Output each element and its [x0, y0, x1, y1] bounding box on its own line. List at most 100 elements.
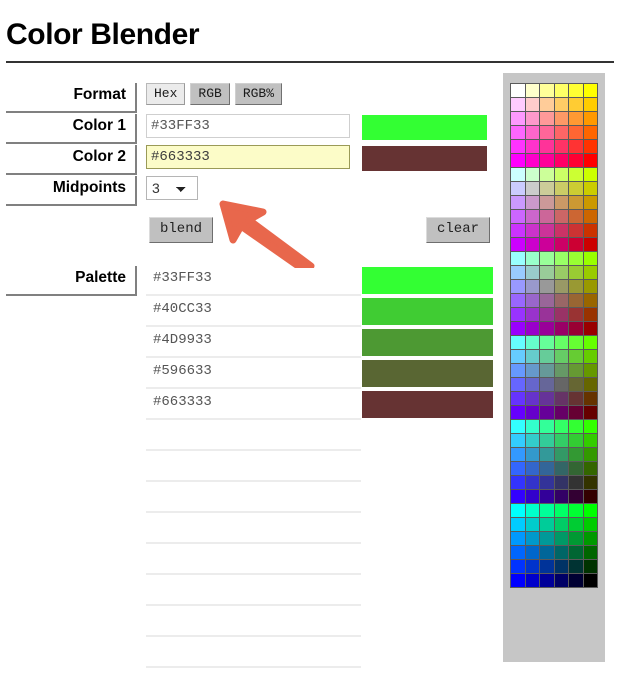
- color-picker-cell[interactable]: [583, 280, 597, 293]
- color-picker-cell[interactable]: [525, 476, 539, 489]
- color-picker-cell[interactable]: [511, 280, 525, 293]
- color-picker-cell[interactable]: [540, 560, 554, 573]
- color-picker-cell[interactable]: [569, 252, 583, 265]
- color-picker-cell[interactable]: [525, 518, 539, 531]
- color-picker-cell[interactable]: [583, 238, 597, 251]
- color-picker-cell[interactable]: [511, 560, 525, 573]
- color-picker-cell[interactable]: [525, 364, 539, 377]
- color-picker-cell[interactable]: [554, 126, 568, 139]
- color-picker-cell[interactable]: [540, 140, 554, 153]
- color-picker-cell[interactable]: [569, 364, 583, 377]
- color-picker-cell[interactable]: [540, 434, 554, 447]
- color-picker-cell[interactable]: [525, 546, 539, 559]
- color-picker-cell[interactable]: [569, 224, 583, 237]
- color-picker-cell[interactable]: [583, 392, 597, 405]
- color-picker-cell[interactable]: [569, 448, 583, 461]
- color-picker-cell[interactable]: [540, 350, 554, 363]
- color-picker-cell[interactable]: [540, 182, 554, 195]
- color-picker-cell[interactable]: [540, 294, 554, 307]
- color-picker-cell[interactable]: [554, 560, 568, 573]
- color-picker-cell[interactable]: [554, 280, 568, 293]
- color-picker-cell[interactable]: [540, 336, 554, 349]
- color-picker-cell[interactable]: [569, 560, 583, 573]
- color-picker-cell[interactable]: [583, 532, 597, 545]
- color-picker-cell[interactable]: [554, 406, 568, 419]
- color-picker-cell[interactable]: [554, 154, 568, 167]
- color-picker-cell[interactable]: [525, 280, 539, 293]
- color-picker-cell[interactable]: [540, 84, 554, 97]
- color-picker-cell[interactable]: [554, 322, 568, 335]
- color-picker-cell[interactable]: [554, 98, 568, 111]
- color-picker-cell[interactable]: [511, 182, 525, 195]
- color-picker-cell[interactable]: [583, 224, 597, 237]
- color-picker-cell[interactable]: [511, 336, 525, 349]
- color-picker-cell[interactable]: [554, 238, 568, 251]
- color-picker-cell[interactable]: [540, 168, 554, 181]
- color-picker-cell[interactable]: [525, 434, 539, 447]
- color-picker-cell[interactable]: [569, 112, 583, 125]
- color-picker-cell[interactable]: [554, 140, 568, 153]
- color-picker-cell[interactable]: [583, 518, 597, 531]
- color-picker-cell[interactable]: [554, 434, 568, 447]
- color-picker-cell[interactable]: [569, 532, 583, 545]
- color-picker-cell[interactable]: [540, 448, 554, 461]
- color-picker-cell[interactable]: [540, 490, 554, 503]
- color-picker-cell[interactable]: [569, 210, 583, 223]
- color-picker-cell[interactable]: [511, 476, 525, 489]
- color-picker-cell[interactable]: [569, 280, 583, 293]
- color-picker-cell[interactable]: [569, 308, 583, 321]
- color-picker-cell[interactable]: [569, 238, 583, 251]
- color-picker-cell[interactable]: [525, 336, 539, 349]
- color-picker-cell[interactable]: [511, 210, 525, 223]
- color-picker-cell[interactable]: [525, 504, 539, 517]
- color-picker-cell[interactable]: [540, 322, 554, 335]
- format-button-rgb[interactable]: RGB: [190, 83, 230, 105]
- color-picker-cell[interactable]: [511, 350, 525, 363]
- color-picker-cell[interactable]: [554, 448, 568, 461]
- color-picker-cell[interactable]: [525, 448, 539, 461]
- color-picker-cell[interactable]: [554, 112, 568, 125]
- color-picker-cell[interactable]: [511, 462, 525, 475]
- color-picker-cell[interactable]: [569, 476, 583, 489]
- color-picker-cell[interactable]: [554, 546, 568, 559]
- color-picker-cell[interactable]: [525, 140, 539, 153]
- color-picker-cell[interactable]: [525, 560, 539, 573]
- color-picker-cell[interactable]: [525, 182, 539, 195]
- color-picker-cell[interactable]: [540, 378, 554, 391]
- color-picker-cell[interactable]: [569, 196, 583, 209]
- color-picker-cell[interactable]: [540, 126, 554, 139]
- color-picker-cell[interactable]: [569, 266, 583, 279]
- color-picker-cell[interactable]: [511, 224, 525, 237]
- color-picker-cell[interactable]: [569, 490, 583, 503]
- color-picker-cell[interactable]: [525, 350, 539, 363]
- color-picker-cell[interactable]: [540, 154, 554, 167]
- color-picker-cell[interactable]: [583, 364, 597, 377]
- color-picker-cell[interactable]: [569, 154, 583, 167]
- color-picker-cell[interactable]: [511, 420, 525, 433]
- color-picker-cell[interactable]: [511, 308, 525, 321]
- color-picker-cell[interactable]: [569, 574, 583, 587]
- color-picker-cell[interactable]: [583, 560, 597, 573]
- color-picker-cell[interactable]: [554, 350, 568, 363]
- color-picker-cell[interactable]: [569, 392, 583, 405]
- color-picker-cell[interactable]: [540, 280, 554, 293]
- color-picker-cell[interactable]: [525, 112, 539, 125]
- color-picker-cell[interactable]: [540, 546, 554, 559]
- color-picker-cell[interactable]: [525, 224, 539, 237]
- color-picker-cell[interactable]: [569, 294, 583, 307]
- color-picker-cell[interactable]: [540, 210, 554, 223]
- format-button-hex[interactable]: Hex: [146, 83, 186, 105]
- color-picker-cell[interactable]: [525, 532, 539, 545]
- color-picker-cell[interactable]: [569, 434, 583, 447]
- color-picker-cell[interactable]: [583, 434, 597, 447]
- color-picker-cell[interactable]: [569, 462, 583, 475]
- color-picker-cell[interactable]: [569, 406, 583, 419]
- color-picker-cell[interactable]: [583, 168, 597, 181]
- color-picker-cell[interactable]: [511, 490, 525, 503]
- color-picker-cell[interactable]: [511, 364, 525, 377]
- color-picker-cell[interactable]: [554, 252, 568, 265]
- color-picker-cell[interactable]: [583, 420, 597, 433]
- color-picker-cell[interactable]: [540, 392, 554, 405]
- color-picker-cell[interactable]: [583, 140, 597, 153]
- color-picker-cell[interactable]: [525, 196, 539, 209]
